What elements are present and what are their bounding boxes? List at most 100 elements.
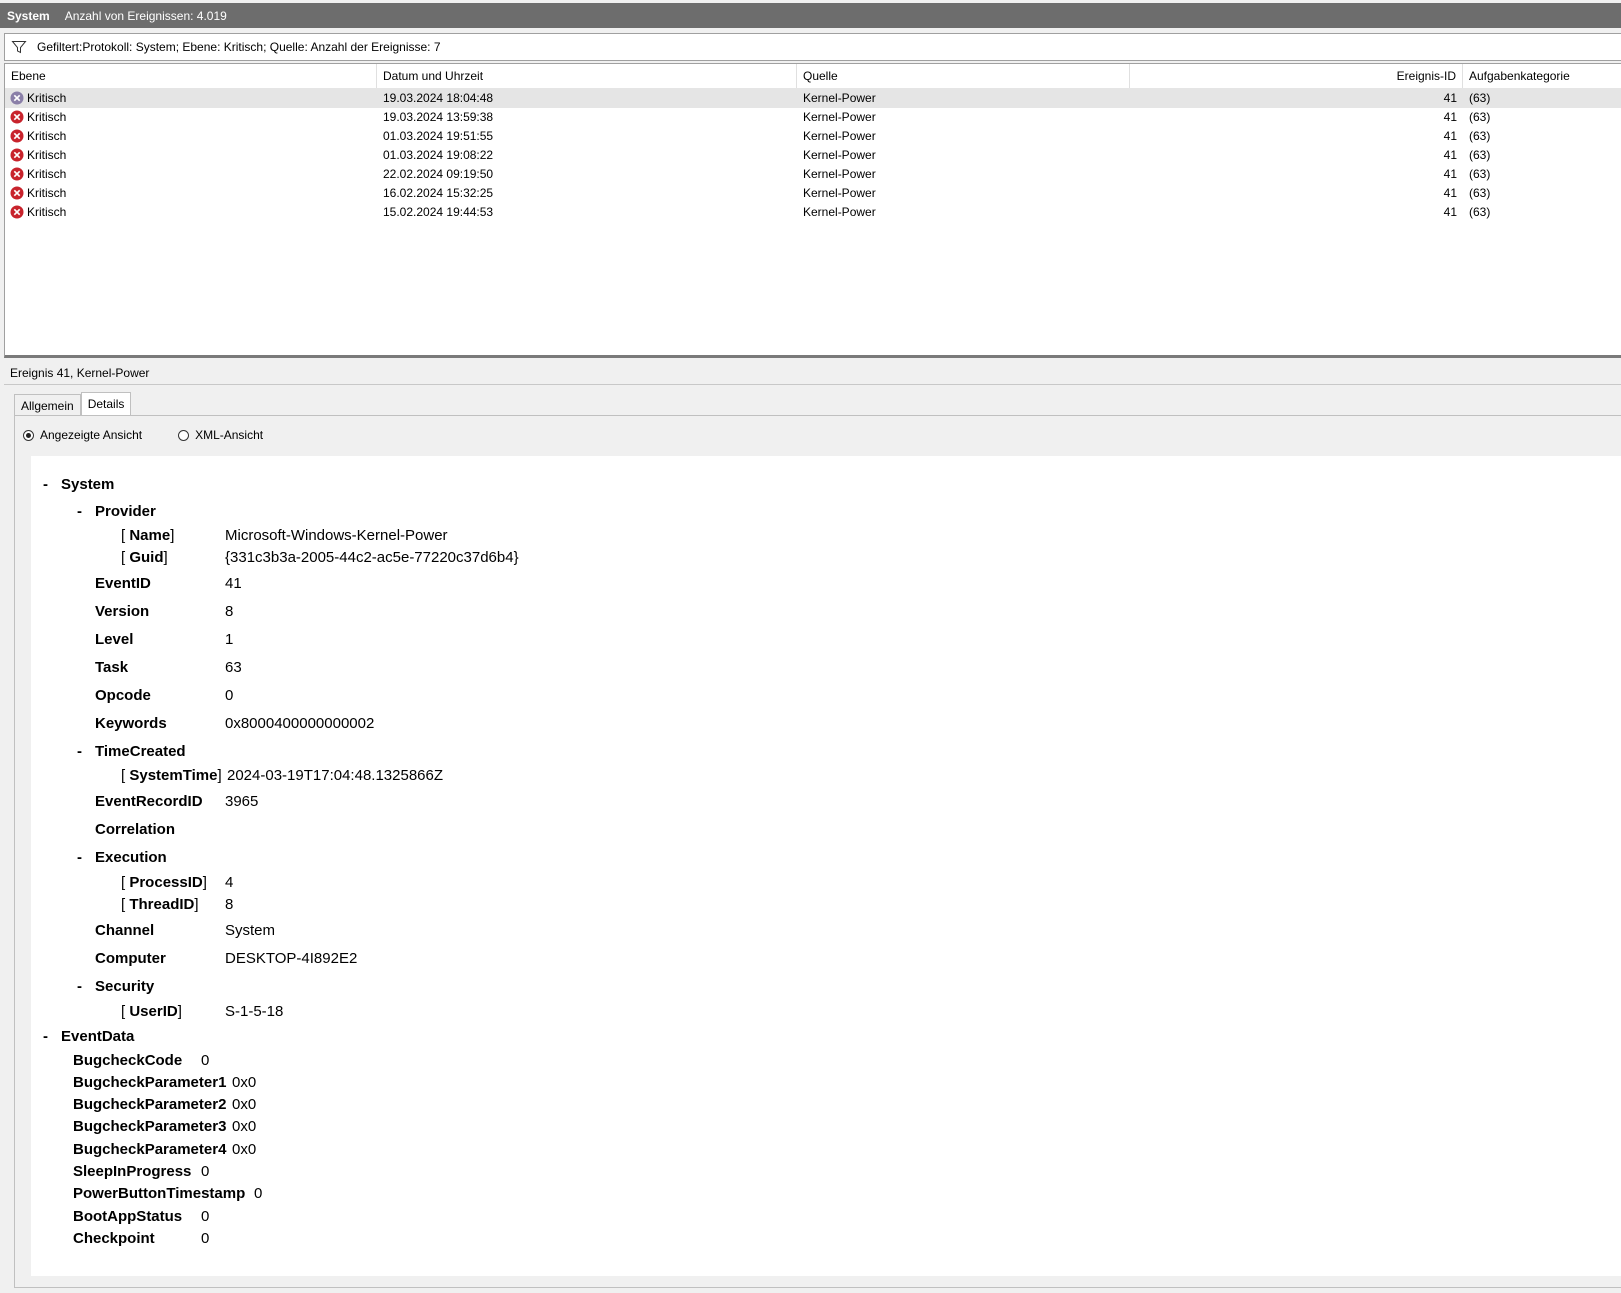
details-tab-content: Angezeigte Ansicht XML-Ansicht - System … — [14, 415, 1621, 1288]
node-channel: Channel — [95, 922, 155, 939]
data-bugcheckparameter2-value: 0x0 — [232, 1096, 257, 1113]
node-eventrecordid-value: 3965 — [225, 793, 259, 810]
column-header-task-category[interactable]: Aufgabenkategorie — [1463, 64, 1621, 88]
event-count: Anzahl von Ereignissen: 4.019 — [64, 8, 227, 23]
data-bugcheckcode: BugcheckCode — [73, 1052, 183, 1069]
radio-xml-view[interactable]: XML-Ansicht — [178, 428, 263, 442]
critical-error-icon — [10, 186, 24, 200]
row-event-id: 41 — [1443, 129, 1457, 143]
node-keywords-value: 0x8000400000000002 — [225, 715, 375, 732]
row-datetime: 22.02.2024 09:19:50 — [383, 167, 494, 181]
data-powerbuttontimestamp-value: 0 — [254, 1185, 263, 1202]
attr-name-value: Microsoft-Windows-Kernel-Power — [225, 527, 448, 544]
row-datetime: 19.03.2024 13:59:38 — [383, 110, 494, 124]
table-row[interactable]: Kritisch 19.03.2024 18:04:48 Kernel-Powe… — [5, 89, 1621, 108]
detail-tabs: Allgemein Details — [14, 392, 132, 416]
node-opcode-value: 0 — [225, 687, 234, 704]
row-level: Kritisch — [27, 167, 67, 181]
radio-selected-icon — [23, 429, 34, 441]
collapse-timecreated-toggle[interactable]: - — [77, 743, 82, 760]
row-source: Kernel-Power — [803, 110, 876, 124]
row-source: Kernel-Power — [803, 91, 876, 105]
table-row[interactable]: Kritisch 15.02.2024 19:44:53 Kernel-Powe… — [5, 203, 1621, 222]
collapse-eventdata-toggle[interactable]: - — [43, 1028, 48, 1045]
column-header-datetime[interactable]: Datum und Uhrzeit — [377, 64, 797, 88]
row-level: Kritisch — [27, 148, 67, 162]
attr-userid-key: UserID — [129, 1003, 178, 1020]
attr-guid-key: Guid — [129, 549, 164, 566]
column-header-event-id[interactable]: Ereignis-ID — [1130, 64, 1463, 88]
data-bugcheckparameter4: BugcheckParameter4 — [73, 1141, 227, 1158]
row-event-id: 41 — [1443, 167, 1457, 181]
radio-friendly-view[interactable]: Angezeigte Ansicht — [23, 428, 142, 442]
data-sleepinprogress-value: 0 — [201, 1163, 210, 1180]
data-bugcheckparameter2: BugcheckParameter2 — [73, 1096, 227, 1113]
attr-systemtime-key: SystemTime — [129, 767, 218, 784]
row-level: Kritisch — [27, 91, 67, 105]
critical-error-icon — [10, 110, 24, 124]
radio-unselected-icon — [178, 429, 190, 441]
data-bugcheckparameter1-value: 0x0 — [232, 1074, 257, 1091]
table-row[interactable]: Kritisch 16.02.2024 15:32:25 Kernel-Powe… — [5, 184, 1621, 203]
event-detail-tree: - System - Provider [ Name] Microsoft-Wi… — [31, 456, 1621, 1276]
row-category: (63) — [1469, 186, 1491, 200]
row-category: (63) — [1469, 91, 1491, 105]
data-bugcheckcode-value: 0 — [201, 1052, 210, 1069]
row-level: Kritisch — [27, 129, 67, 143]
radio-friendly-view-label: Angezeigte Ansicht — [40, 428, 143, 442]
node-eventid-value: 41 — [225, 575, 242, 592]
table-row[interactable]: Kritisch 22.02.2024 09:19:50 Kernel-Powe… — [5, 165, 1621, 184]
row-datetime: 01.03.2024 19:51:55 — [383, 129, 494, 143]
node-version: Version — [95, 603, 150, 620]
row-event-id: 41 — [1443, 91, 1457, 105]
node-level-value: 1 — [225, 631, 234, 648]
data-bootappstatus: BootAppStatus — [73, 1208, 183, 1225]
row-datetime: 01.03.2024 19:08:22 — [383, 148, 494, 162]
data-bootappstatus-value: 0 — [201, 1208, 210, 1225]
row-category: (63) — [1469, 110, 1491, 124]
view-mode-radios: Angezeigte Ansicht XML-Ansicht — [23, 428, 299, 442]
log-name: System — [7, 8, 50, 23]
data-sleepinprogress: SleepInProgress — [73, 1163, 192, 1180]
node-opcode: Opcode — [95, 687, 151, 704]
collapse-execution-toggle[interactable]: - — [77, 849, 82, 866]
collapse-provider-toggle[interactable]: - — [77, 503, 82, 520]
data-bugcheckparameter3: BugcheckParameter3 — [73, 1118, 227, 1135]
row-datetime: 15.02.2024 19:44:53 — [383, 205, 494, 219]
table-row[interactable]: Kritisch 01.03.2024 19:08:22 Kernel-Powe… — [5, 146, 1621, 165]
attr-processid-key: ProcessID — [129, 874, 203, 891]
tab-details[interactable]: Details — [80, 392, 132, 416]
table-row[interactable]: Kritisch 19.03.2024 13:59:38 Kernel-Powe… — [5, 108, 1621, 127]
attr-systemtime: [ SystemTime] — [121, 767, 222, 784]
radio-xml-view-label: XML-Ansicht — [195, 428, 264, 442]
critical-error-icon — [10, 148, 24, 162]
row-source: Kernel-Power — [803, 186, 876, 200]
row-category: (63) — [1469, 167, 1491, 181]
row-event-id: 41 — [1443, 148, 1457, 162]
node-version-value: 8 — [225, 603, 234, 620]
row-category: (63) — [1469, 129, 1491, 143]
row-event-id: 41 — [1443, 186, 1457, 200]
attr-threadid-value: 8 — [225, 896, 234, 913]
node-security: Security — [95, 978, 155, 995]
table-row[interactable]: Kritisch 01.03.2024 19:51:55 Kernel-Powe… — [5, 127, 1621, 146]
node-timecreated: TimeCreated — [95, 743, 186, 760]
column-header-source[interactable]: Quelle — [797, 64, 1130, 88]
row-level: Kritisch — [27, 186, 67, 200]
node-eventdata: EventData — [61, 1028, 135, 1045]
data-checkpoint-value: 0 — [201, 1230, 210, 1247]
attr-userid-value: S-1-5-18 — [225, 1003, 284, 1020]
attr-threadid-key: ThreadID — [129, 896, 195, 913]
event-list[interactable]: Ebene Datum und Uhrzeit Quelle Ereignis-… — [4, 63, 1621, 358]
collapse-security-toggle[interactable]: - — [77, 978, 82, 995]
row-event-id: 41 — [1443, 205, 1457, 219]
critical-error-icon — [10, 167, 24, 181]
tab-allgemein[interactable]: Allgemein — [14, 394, 81, 416]
data-bugcheckparameter1: BugcheckParameter1 — [73, 1074, 227, 1091]
collapse-system-toggle[interactable]: - — [43, 476, 48, 493]
row-category: (63) — [1469, 205, 1491, 219]
critical-error-icon — [10, 129, 24, 143]
attr-name-key: Name — [129, 527, 171, 544]
filter-description: Gefiltert:Protokoll: System; Ebene: Krit… — [37, 40, 441, 54]
column-header-level[interactable]: Ebene — [5, 64, 377, 88]
